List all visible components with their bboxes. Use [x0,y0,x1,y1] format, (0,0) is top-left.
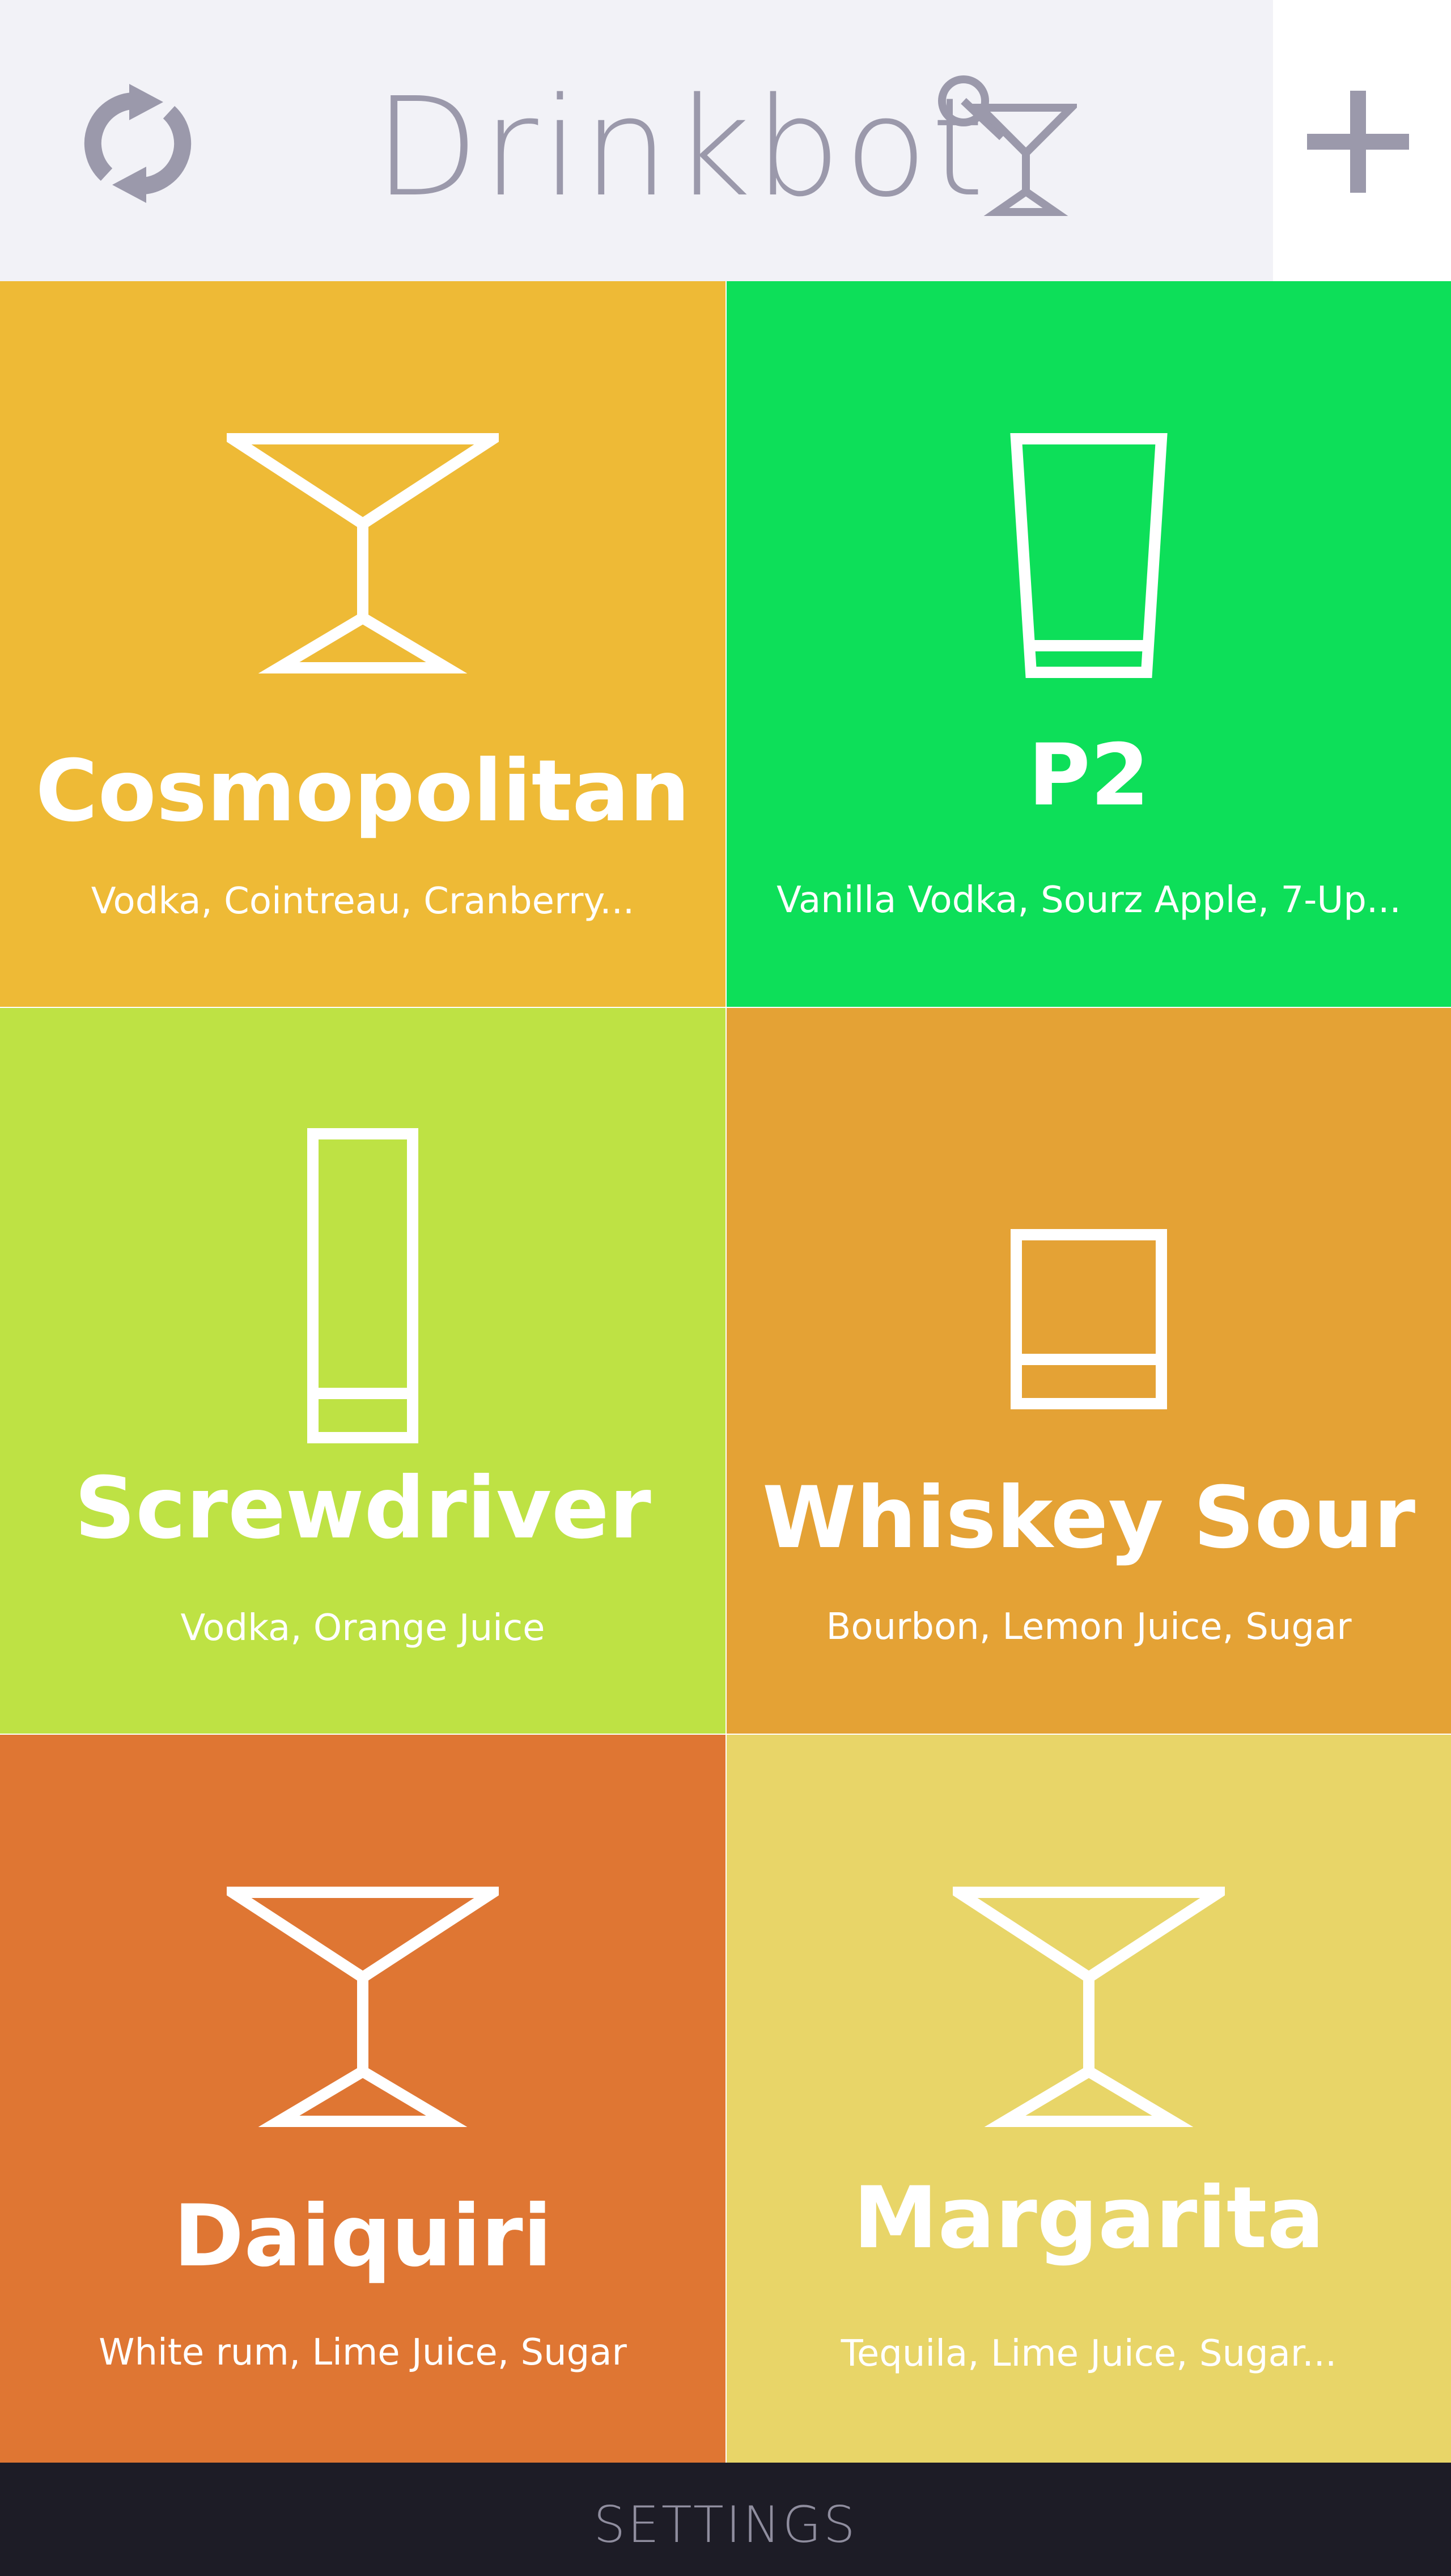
refresh-button[interactable] [73,78,203,209]
martini-glass-icon [227,433,499,673]
app-title-group: Drinkbot [363,62,1100,232]
cocktail-glass-icon [938,75,1077,216]
martini-glass-icon [227,1887,499,2127]
drink-name: Whiskey Sour [762,1469,1416,1567]
pint-glass-icon [1010,433,1168,678]
drink-ingredients: White rum, Lime Juice, Sugar [99,2332,627,2374]
settings-button[interactable]: SETTINGS [0,2497,1451,2553]
drink-name: Margarita [853,2169,1325,2268]
header-bar: Drinkbot [0,0,1451,281]
drink-name: P2 [1028,726,1150,825]
drink-name: Cosmopolitan [35,742,690,841]
drink-tile-margarita[interactable]: Margarita Tequila, Lime Juice, Sugar... [727,1735,1451,2463]
plus-icon [1307,91,1409,193]
drink-tile-whiskey-sour[interactable]: Whiskey Sour Bourbon, Lemon Juice, Sugar [727,1008,1451,1734]
app-title: Drinkbot [374,68,988,227]
drink-tile-screwdriver[interactable]: Screwdriver Vodka, Orange Juice [0,1008,726,1734]
app-root: Drinkbot Cosmopolitan Vodka, Cointreau, … [0,0,1451,2576]
refresh-icon [84,84,192,203]
drink-tile-p2[interactable]: P2 Vanilla Vodka, Sourz Apple, 7-Up... [727,281,1451,1007]
drink-grid: Cosmopolitan Vodka, Cointreau, Cranberry… [0,281,1451,2463]
settings-bar: SETTINGS [0,2463,1451,2576]
drink-ingredients: Tequila, Lime Juice, Sugar... [841,2333,1337,2375]
martini-glass-icon [953,1887,1225,2127]
drink-name: Screwdriver [74,1459,651,1558]
highball-glass-icon [307,1128,418,1443]
drink-name: Daiquiri [173,2187,553,2286]
rocks-glass-icon [1011,1229,1167,1409]
drink-tile-cosmopolitan[interactable]: Cosmopolitan Vodka, Cointreau, Cranberry… [0,281,726,1007]
drink-tile-daiquiri[interactable]: Daiquiri White rum, Lime Juice, Sugar [0,1735,726,2463]
drink-ingredients: Vodka, Orange Juice [180,1607,545,1649]
drink-ingredients: Vanilla Vodka, Sourz Apple, 7-Up... [777,879,1401,921]
drink-ingredients: Bourbon, Lemon Juice, Sugar [826,1606,1352,1648]
add-drink-button[interactable] [1301,85,1415,198]
drink-ingredients: Vodka, Cointreau, Cranberry... [91,880,635,922]
